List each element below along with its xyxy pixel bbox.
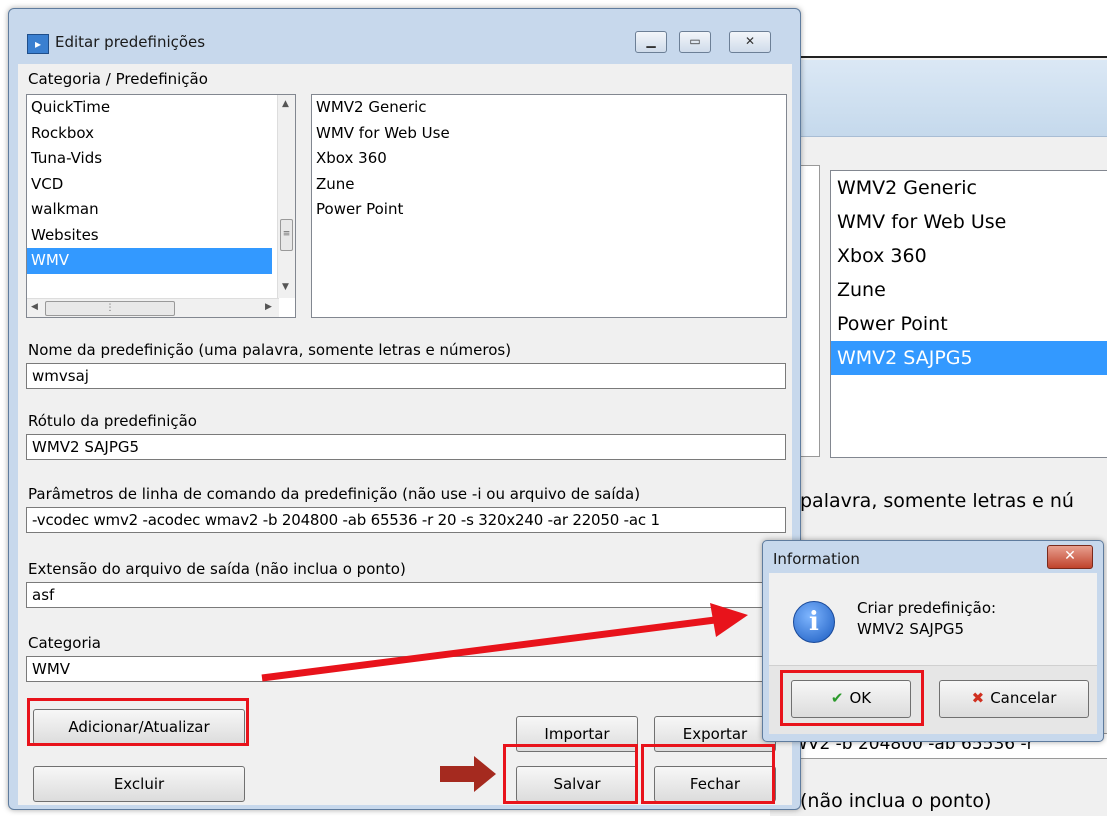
scroll-down-icon[interactable]: ▼: [282, 282, 289, 292]
scrollbar-thumb[interactable]: ≡: [280, 219, 293, 251]
list-item[interactable]: Xbox 360: [312, 146, 786, 172]
dialog-client-area: Categoria / Predefinição QuickTime Rockb…: [18, 64, 792, 805]
category-preset-label: Categoria / Predefinição: [28, 70, 208, 88]
vertical-scrollbar[interactable]: ▲ ≡ ▼: [277, 95, 295, 298]
list-item[interactable]: VCD: [27, 172, 272, 198]
info-close-button[interactable]: ✕: [1047, 545, 1093, 569]
extension-input[interactable]: asf: [26, 582, 786, 608]
background-label-fragment: (não inclua o ponto): [800, 790, 992, 812]
highlight-save: [503, 744, 638, 804]
list-item[interactable]: WMV2 Generic: [831, 171, 1107, 205]
scrollbar-thumb[interactable]: ⋮: [45, 301, 175, 316]
list-item[interactable]: WMV for Web Use: [831, 205, 1107, 239]
preset-name-label: Nome da predefinição (uma palavra, somen…: [28, 341, 512, 359]
preset-label-label: Rótulo da predefinição: [28, 412, 197, 430]
app-icon: ▸: [27, 34, 49, 54]
info-dialog-title: Information: [773, 550, 860, 568]
params-label: Parâmetros de linha de comando da predef…: [28, 485, 641, 503]
dialog-title: Editar predefinições: [55, 33, 206, 51]
list-item[interactable]: walkman: [27, 197, 272, 223]
delete-button[interactable]: Excluir: [33, 766, 245, 802]
background-label-fragment: palavra, somente letras e nú: [800, 490, 1074, 512]
maximize-button[interactable]: ▭: [679, 31, 711, 53]
list-item[interactable]: WMV for Web Use: [312, 121, 786, 147]
close-button[interactable]: ✕: [729, 31, 771, 53]
info-message-line: Criar predefinição:: [857, 599, 997, 617]
params-input[interactable]: -vcodec wmv2 -acodec wmav2 -b 204800 -ab…: [26, 507, 786, 533]
preset-name-input[interactable]: wmvsaj: [26, 363, 786, 389]
highlight-add-update: [27, 698, 249, 746]
category-field-label: Categoria: [28, 634, 102, 652]
list-item[interactable]: Power Point: [831, 307, 1107, 341]
list-item[interactable]: Zune: [312, 172, 786, 198]
dialog-titlebar[interactable]: ▸ Editar predefinições ▁ ▭ ✕: [9, 9, 800, 61]
preset-label-input[interactable]: WMV2 SAJPG5: [26, 434, 786, 460]
preset-list[interactable]: WMV2 Generic WMV for Web Use Xbox 360 Zu…: [311, 94, 787, 318]
highlight-close: [641, 744, 775, 804]
list-item[interactable]: Websites: [27, 223, 272, 249]
info-message-line: WMV2 SAJPG5: [857, 620, 965, 638]
extension-label: Extensão do arquivo de saída (não inclua…: [28, 560, 406, 578]
information-icon: i: [793, 601, 835, 643]
list-item[interactable]: Zune: [831, 273, 1107, 307]
edit-presets-dialog: ▸ Editar predefinições ▁ ▭ ✕ Categoria /…: [8, 8, 801, 810]
list-item[interactable]: QuickTime: [27, 95, 272, 121]
list-item[interactable]: WMV2 Generic: [312, 95, 786, 121]
scroll-up-icon[interactable]: ▲: [282, 99, 289, 109]
list-item[interactable]: Rockbox: [27, 121, 272, 147]
scroll-left-icon[interactable]: ◀: [31, 302, 38, 312]
list-item-selected[interactable]: WMV2 SAJPG5: [831, 341, 1107, 375]
list-item[interactable]: Power Point: [312, 197, 786, 223]
highlight-ok: [780, 670, 924, 726]
background-window-top-border: [770, 56, 1107, 58]
category-input[interactable]: WMV: [26, 656, 786, 682]
background-window-titlebar: [770, 60, 1107, 137]
cancel-label: Cancelar: [990, 689, 1057, 707]
list-item[interactable]: Tuna-Vids: [27, 146, 272, 172]
cancel-x-icon: ✖: [971, 689, 985, 707]
minimize-button[interactable]: ▁: [635, 31, 667, 53]
list-item-selected[interactable]: WMV: [27, 248, 272, 274]
scroll-right-icon[interactable]: ▶: [265, 302, 272, 312]
cancel-button[interactable]: ✖ Cancelar: [939, 680, 1089, 718]
category-list[interactable]: QuickTime Rockbox Tuna-Vids VCD walkman …: [26, 94, 296, 318]
list-item[interactable]: Xbox 360: [831, 239, 1107, 273]
horizontal-scrollbar[interactable]: ◀ ⋮ ▶: [27, 298, 279, 317]
background-preset-list: WMV2 Generic WMV for Web Use Xbox 360 Zu…: [830, 170, 1107, 458]
